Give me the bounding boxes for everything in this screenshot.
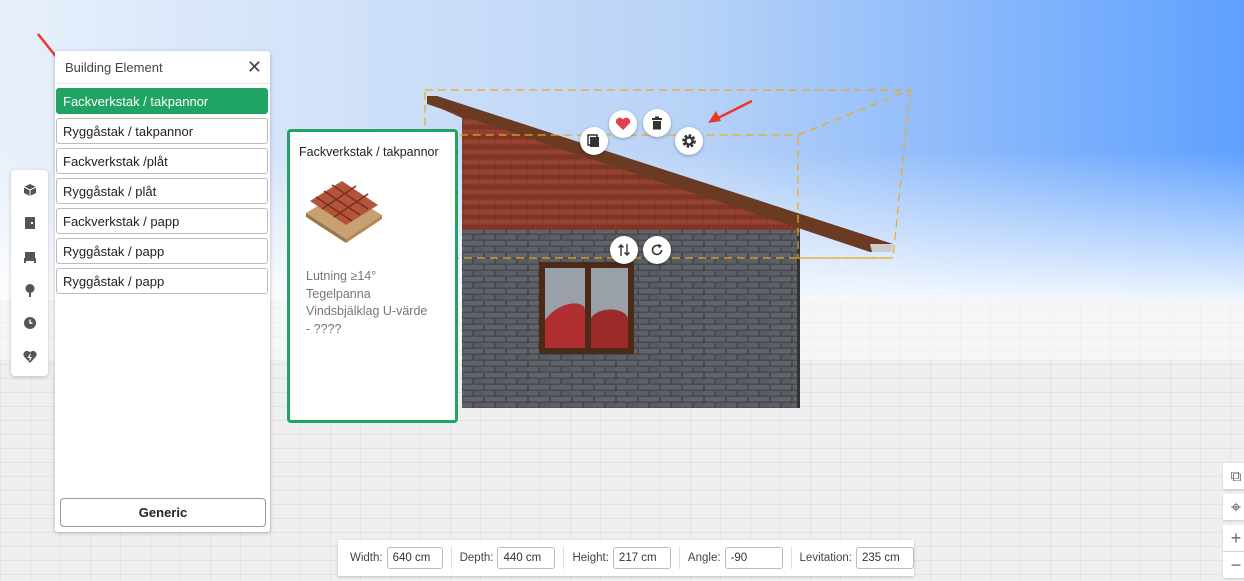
angle-input[interactable] <box>724 547 783 569</box>
card-description: Lutning ≥14° Tegelpanna Vindsbjälklag U-… <box>306 268 427 338</box>
card-description-line: Lutning ≥14° <box>306 269 377 283</box>
levitation-label: Levitation: <box>799 552 852 564</box>
rotate-icon <box>651 244 663 256</box>
levitation-input[interactable] <box>855 547 914 569</box>
height-label: Height: <box>572 552 609 564</box>
favorite-icon <box>22 350 37 363</box>
levitation-field-group: Levitation: <box>800 547 922 569</box>
zoom-in-icon[interactable]: + <box>1223 525 1244 551</box>
card-title: Fackverkstak / takpannor <box>299 145 439 159</box>
trash-icon <box>652 116 662 130</box>
depth-label: Depth: <box>459 552 494 564</box>
gear-icon <box>682 134 696 148</box>
element-detail-card: Fackverkstak / takpannor Lutning ≥14° Te… <box>287 129 458 423</box>
width-label: Width: <box>350 552 383 564</box>
generic-button[interactable]: Generic <box>60 498 266 527</box>
depth-input[interactable] <box>497 547 556 569</box>
list-item-fackverkstak-plat[interactable]: Fackverkstak /plåt <box>56 148 268 174</box>
favorite-button[interactable] <box>609 110 637 138</box>
locate-icon[interactable]: ⌖ <box>1223 494 1244 520</box>
toolbar-doors[interactable] <box>15 209 45 237</box>
toolbar-furniture[interactable] <box>15 243 45 271</box>
list-item-ryggastak-papp[interactable]: Ryggåstak / papp <box>56 238 268 264</box>
swap-vertical-icon <box>618 244 630 256</box>
toolbar-construction[interactable] <box>15 176 45 204</box>
card-description-line: Vindsbjälklag U-värde <box>306 304 428 318</box>
panel-title: Building Element <box>65 59 163 75</box>
height-field-group: Height: <box>572 547 680 569</box>
list-item-fackverkstak-takpannor[interactable]: Fackverkstak / takpannor <box>56 88 268 114</box>
depth-field-group: Depth: <box>460 547 565 569</box>
angle-field-group: Angle: <box>688 547 792 569</box>
rotate-button[interactable] <box>643 236 671 264</box>
cube-icon <box>23 184 36 197</box>
dimensions-bar: Width: Depth: Height: Angle: Levitation: <box>338 540 914 576</box>
toolbar-favorites[interactable] <box>15 343 45 371</box>
list-item-fackverkstak-papp[interactable]: Fackverkstak / papp <box>56 208 268 234</box>
width-input[interactable] <box>386 547 443 569</box>
toolbar-landscape[interactable] <box>15 276 45 304</box>
door-icon <box>24 217 35 230</box>
roof-tile-image <box>306 181 382 243</box>
zoom-out-icon[interactable]: − <box>1223 552 1244 578</box>
delete-button[interactable] <box>643 109 671 137</box>
width-field-group: Width: <box>350 547 452 569</box>
card-description-line: - ???? <box>306 321 342 336</box>
building-element-panel: Building Element ✕ Fackverkstak / takpan… <box>55 51 270 532</box>
left-toolbar <box>11 170 48 376</box>
close-icon[interactable]: ✕ <box>247 58 262 76</box>
list-item-ryggastak-papp-2[interactable]: Ryggåstak / papp <box>56 268 268 294</box>
height-input[interactable] <box>612 547 671 569</box>
settings-button[interactable] <box>675 127 703 155</box>
card-description-line: Tegelpanna <box>306 286 371 301</box>
element-list: Fackverkstak / takpannor Ryggåstak / tak… <box>55 88 270 294</box>
copy-icon <box>587 134 599 147</box>
flip-button[interactable] <box>610 236 638 264</box>
clock-icon <box>23 317 36 330</box>
list-item-ryggastak-plat[interactable]: Ryggåstak / plåt <box>56 178 268 204</box>
panel-header: Building Element ✕ <box>55 51 270 84</box>
furniture-icon <box>23 251 36 263</box>
list-item-ryggastak-takpannor[interactable]: Ryggåstak / takpannor <box>56 118 268 144</box>
angle-label: Angle: <box>687 552 721 564</box>
duplicate-button[interactable] <box>580 127 608 155</box>
toolbar-history[interactable] <box>15 309 45 337</box>
tree-icon <box>25 284 34 298</box>
open-external-icon[interactable]: ⧉ <box>1223 463 1244 489</box>
heart-icon <box>615 117 631 130</box>
